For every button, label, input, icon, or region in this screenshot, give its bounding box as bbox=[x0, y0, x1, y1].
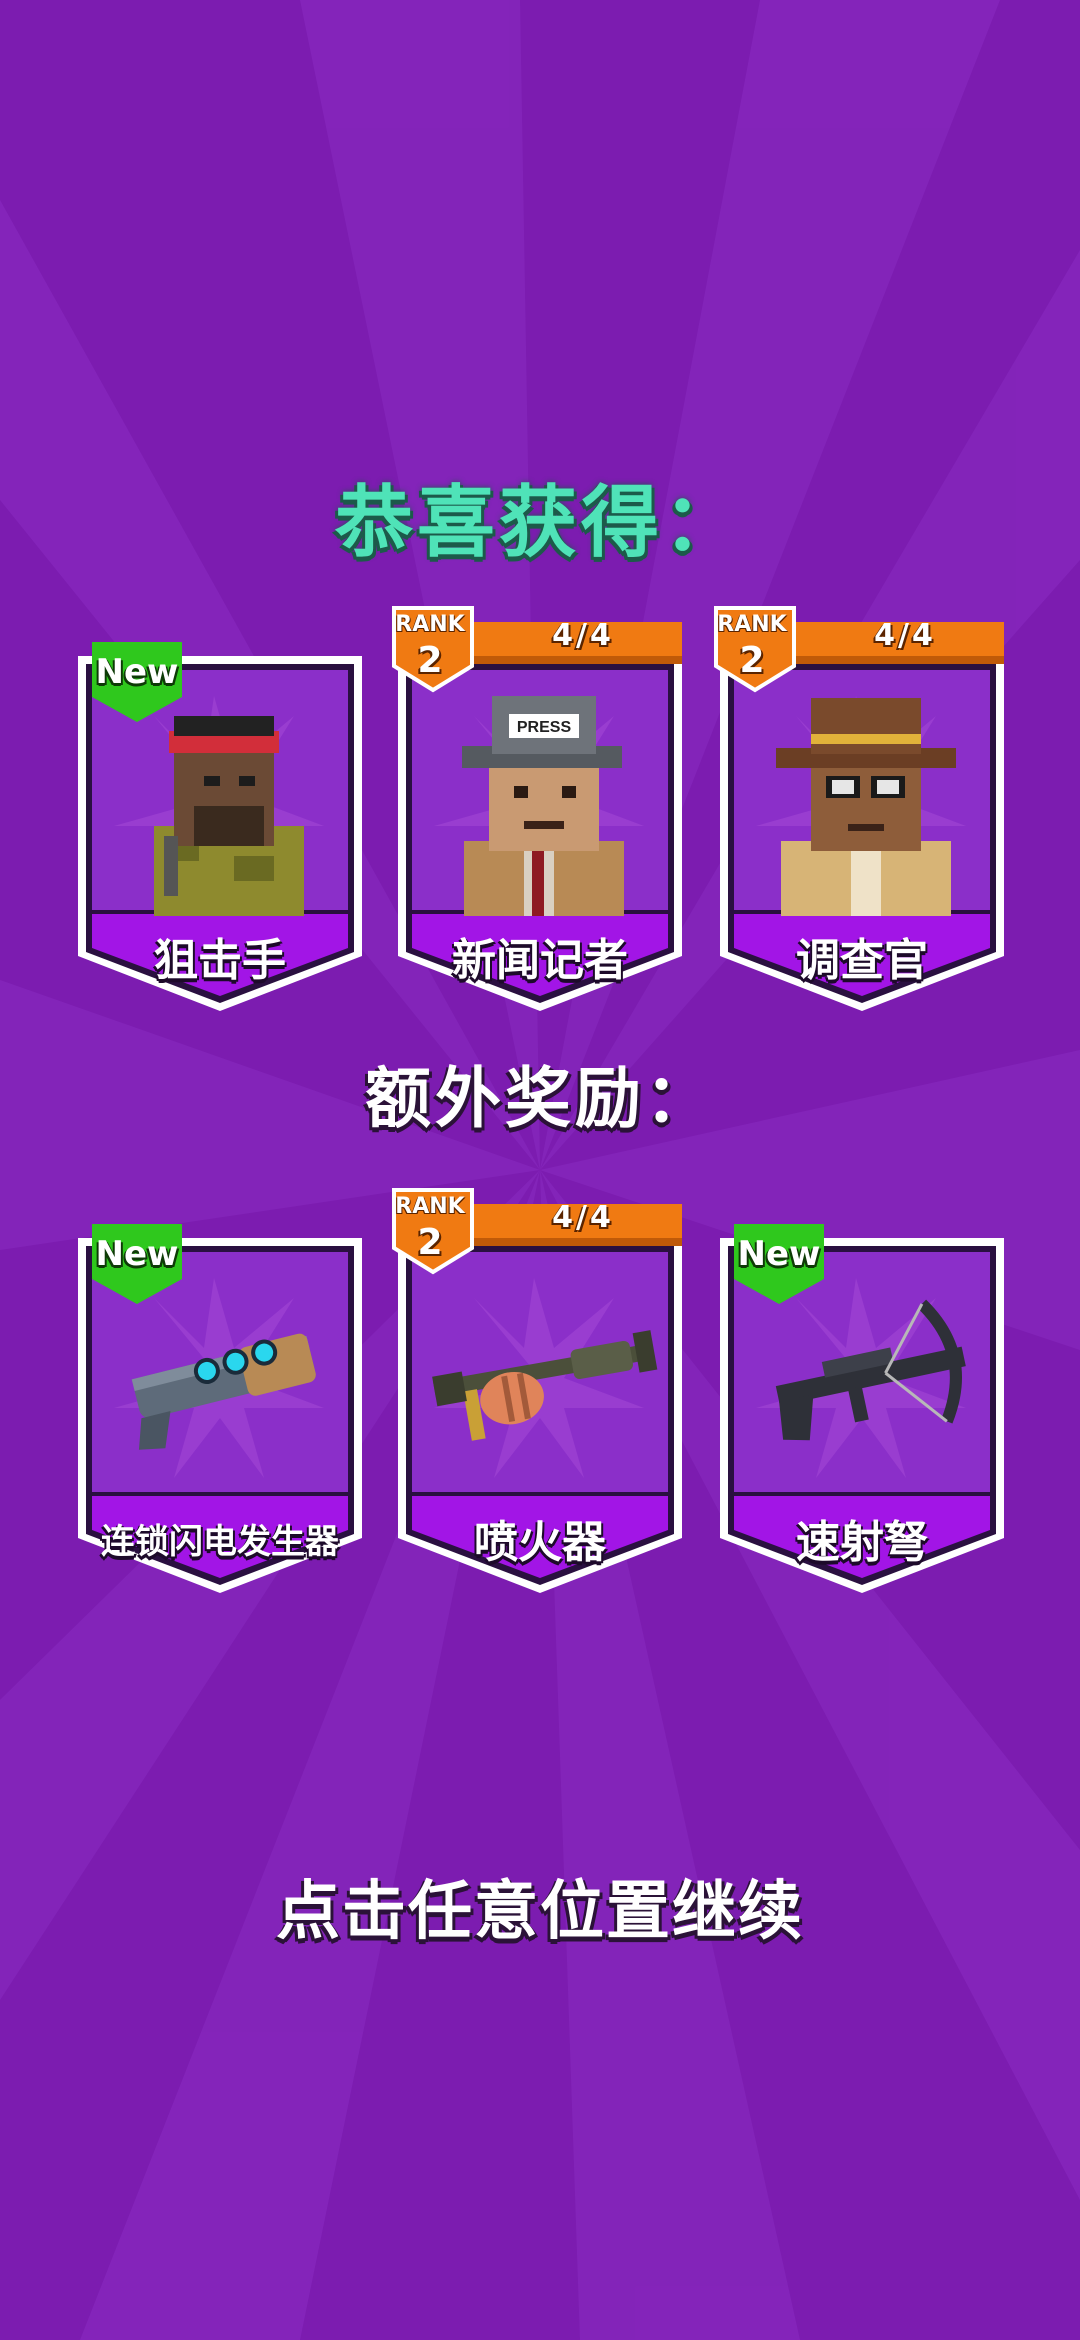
card-name: 喷火器 bbox=[474, 1517, 606, 1568]
card-name: 连锁闪电发生器 bbox=[101, 1522, 339, 1562]
shard-count: 4/4 bbox=[874, 618, 936, 653]
card-name: 狙击手 bbox=[154, 935, 286, 986]
rank-number: 2 bbox=[417, 640, 443, 681]
reward-title: 恭喜获得： bbox=[334, 478, 745, 568]
flamethrower-icon bbox=[432, 1278, 658, 1478]
new-badge: New bbox=[92, 1224, 182, 1314]
reward-card-sniper: 狙击手 New bbox=[78, 642, 362, 1011]
reporter-character-icon: PRESS bbox=[434, 696, 644, 916]
new-badge: New bbox=[92, 642, 182, 732]
rank-label: RANK bbox=[395, 612, 465, 637]
rank-banner: RANK 2 4/4 bbox=[710, 604, 1010, 694]
rank-banner: RANK 2 4/4 bbox=[388, 604, 688, 694]
new-badge-label: New bbox=[737, 1234, 821, 1274]
background-rays bbox=[0, 0, 1080, 2340]
reward-card-rapid-crossbow: 速射弩 New bbox=[720, 1224, 1004, 1593]
investigator-character-icon bbox=[756, 696, 966, 916]
reward-card-flamethrower: 喷火器 RANK 2 4/4 bbox=[392, 1188, 682, 1593]
new-badge-label: New bbox=[95, 652, 179, 692]
card-name: 调查官 bbox=[796, 935, 928, 986]
shard-count: 4/4 bbox=[552, 618, 614, 653]
rank-label: RANK bbox=[395, 1194, 465, 1219]
rank-number: 2 bbox=[417, 1222, 443, 1263]
press-label: PRESS bbox=[517, 719, 572, 736]
rank-number: 2 bbox=[739, 640, 765, 681]
new-badge-label: New bbox=[95, 1234, 179, 1274]
rank-label: RANK bbox=[717, 612, 787, 637]
card-name: 速射弩 bbox=[796, 1517, 928, 1568]
bonus-title: 额外奖励： bbox=[365, 1060, 715, 1137]
reward-card-reporter: PRESS 新闻记者 RANK 2 4/4 bbox=[392, 606, 682, 1011]
card-name: 新闻记者 bbox=[452, 935, 628, 986]
shard-count: 4/4 bbox=[552, 1200, 614, 1235]
reward-card-lightning-generator: 连锁闪电发生器 New bbox=[78, 1224, 362, 1593]
new-badge: New bbox=[734, 1224, 824, 1314]
rank-banner: RANK 2 4/4 bbox=[388, 1186, 688, 1276]
tap-to-continue[interactable]: 点击任意位置继续 bbox=[0, 1860, 1080, 1952]
reward-card-investigator: 调查官 RANK 2 4/4 bbox=[714, 606, 1004, 1011]
